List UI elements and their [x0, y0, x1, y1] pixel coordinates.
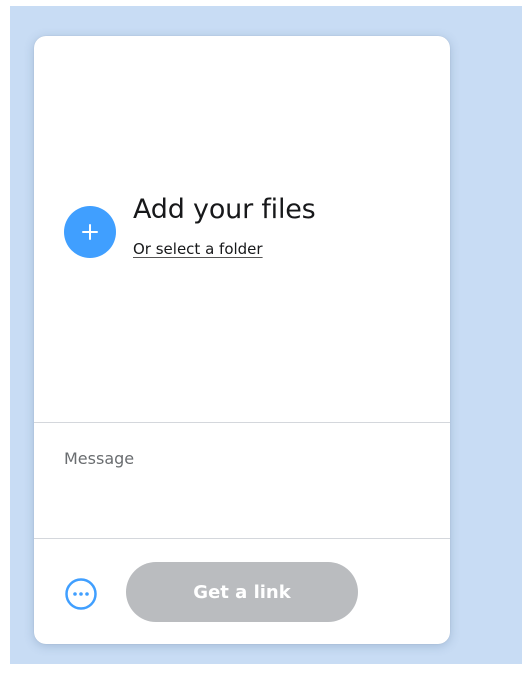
transfer-panel: Add your files Or select a folder Get a …	[34, 36, 450, 644]
select-folder-link[interactable]: Or select a folder	[133, 240, 263, 258]
message-input[interactable]	[34, 423, 450, 538]
upload-area[interactable]: Add your files Or select a folder	[34, 36, 450, 422]
add-files-button[interactable]	[64, 206, 116, 258]
plus-icon	[82, 224, 98, 240]
divider	[34, 538, 450, 539]
add-files-title[interactable]: Add your files	[133, 194, 316, 225]
get-link-button[interactable]: Get a link	[126, 562, 358, 622]
more-options-icon	[65, 578, 97, 610]
more-options-button[interactable]	[64, 577, 98, 611]
